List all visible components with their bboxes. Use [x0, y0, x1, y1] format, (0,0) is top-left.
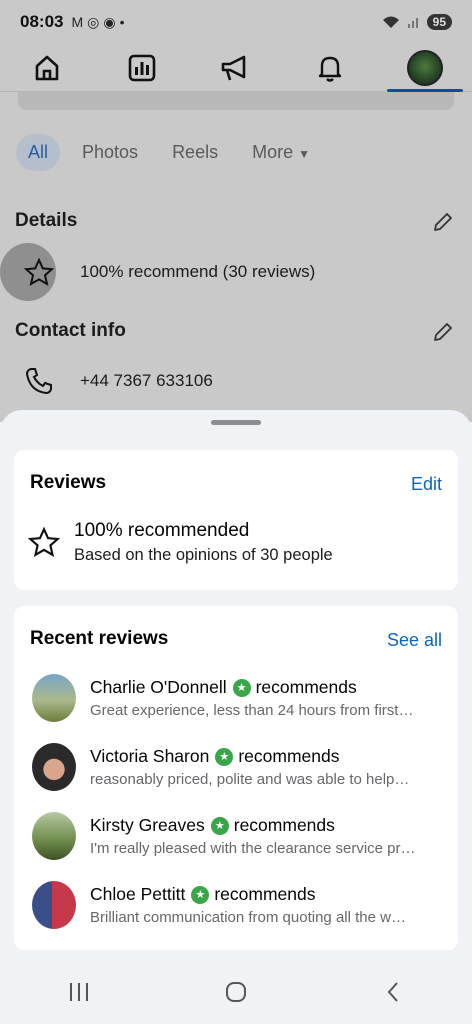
recommended-summary: 100% recommended Based on the opinions o… [28, 520, 333, 565]
filter-photos[interactable]: Photos [70, 134, 150, 171]
see-all-link[interactable]: See all [387, 630, 442, 651]
recommends-label: recommends [238, 746, 340, 766]
avatar [32, 743, 76, 791]
edit-contact-pencil-icon[interactable] [432, 321, 454, 343]
review-snippet: I'm really pleased with the clearance se… [90, 840, 416, 857]
insights-tab[interactable] [122, 48, 162, 88]
profile-tab[interactable] [386, 48, 463, 92]
recommended-title: 100% recommended [74, 520, 250, 541]
phone-icon [25, 368, 52, 395]
reviewer-name: Kirsty Greaves [90, 815, 205, 835]
details-title: Details [15, 210, 78, 231]
edit-details-pencil-icon[interactable] [432, 211, 454, 233]
sheet-drag-handle[interactable] [211, 420, 261, 425]
reviews-bottom-sheet: Reviews Edit 100% recommended Based on t… [0, 410, 472, 1024]
home-tab[interactable] [27, 48, 67, 88]
edit-button-partial [18, 92, 454, 110]
page-avatar [406, 49, 443, 86]
review-item[interactable]: Kirsty Greaves ★ recommends I'm really p… [32, 808, 442, 864]
battery-indicator: 95 [426, 14, 452, 30]
home-icon [35, 55, 59, 80]
phone-number: +44 7367 633106 [80, 371, 213, 390]
recent-reviews-card: Recent reviews See all Charlie O'Donnell… [14, 606, 458, 950]
avatar [32, 674, 76, 722]
filter-all[interactable]: All [16, 134, 61, 171]
filter-more-label: More [252, 142, 294, 162]
filter-reels[interactable]: Reels [160, 134, 230, 171]
recommend-badge-icon: ★ [210, 816, 229, 835]
status-notification-icons: M ◎ ◉ • [71, 14, 124, 31]
avatar [32, 881, 76, 929]
recommend-badge-icon: ★ [191, 885, 210, 904]
recommend-badge-icon: ★ [215, 747, 234, 766]
reviewer-name: Chloe Pettitt [90, 884, 186, 904]
avatar [32, 812, 76, 860]
reviewer-name: Victoria Sharon [90, 746, 210, 766]
recommend-row: 100% recommend (30 reviews) [24, 258, 315, 286]
back-chevron-icon [387, 982, 399, 1002]
phone-row[interactable]: +44 7367 633106 [24, 366, 213, 396]
recommends-label: recommends [214, 884, 316, 904]
star-icon [24, 258, 54, 286]
megaphone-icon [221, 55, 246, 80]
recent-reviews-title: Recent reviews [30, 628, 169, 649]
contact-info-title: Contact info [15, 320, 126, 341]
home-button[interactable] [216, 972, 256, 1012]
gmail-icon: M [71, 14, 84, 30]
reviewer-name: Charlie O'Donnell [90, 677, 227, 697]
top-nav [0, 44, 472, 92]
review-snippet: reasonably priced, polite and was able t… [90, 771, 410, 788]
status-time: 08:03 [20, 12, 64, 31]
insights-icon [128, 54, 155, 81]
reviews-card-title: Reviews [30, 472, 107, 493]
reviews-edit-link[interactable]: Edit [411, 474, 442, 495]
star-outline-icon [28, 526, 60, 557]
ads-tab[interactable] [216, 48, 256, 88]
recommends-label: recommends [233, 815, 335, 835]
sync-icon: ◉ [103, 13, 116, 30]
recent-apps-icon [69, 983, 88, 1001]
filter-chips: All Photos Reels More ▼ [16, 134, 322, 171]
home-circle-icon [225, 982, 246, 1002]
recent-apps-button[interactable] [59, 972, 99, 1012]
review-item[interactable]: Charlie O'Donnell ★ recommends Great exp… [32, 670, 442, 726]
dot-icon: • [119, 14, 125, 30]
system-nav-bar [0, 960, 472, 1024]
recommend-badge-icon: ★ [232, 678, 251, 697]
review-item[interactable]: Chloe Pettitt ★ recommends Brilliant com… [32, 877, 442, 933]
wifi-icon [382, 16, 399, 28]
review-snippet: Great experience, less than 24 hours fro… [90, 702, 414, 719]
messenger-icon: ◎ [87, 13, 100, 30]
recommends-label: recommends [255, 677, 357, 697]
caret-down-icon: ▼ [298, 147, 311, 161]
signal-icon [407, 18, 418, 28]
status-bar: 08:03 M ◎ ◉ • 95 [0, 0, 472, 44]
reviews-summary-card: Reviews Edit 100% recommended Based on t… [14, 450, 458, 590]
review-item[interactable]: Victoria Sharon ★ recommends reasonably … [32, 739, 442, 795]
back-button[interactable] [373, 972, 413, 1012]
recommend-text: 100% recommend (30 reviews) [80, 262, 316, 281]
filter-more[interactable]: More ▼ [240, 134, 322, 171]
review-snippet: Brilliant communication from quoting all… [90, 909, 406, 926]
bell-icon [319, 56, 342, 82]
recommended-subtitle: Based on the opinions of 30 people [74, 546, 333, 564]
notifications-tab[interactable] [310, 48, 350, 88]
